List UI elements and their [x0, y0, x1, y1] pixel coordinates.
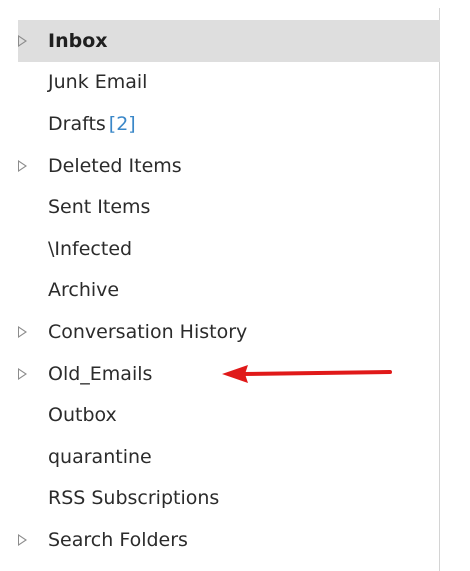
folder-item-sent-items[interactable]: Sent Items [18, 186, 440, 228]
folder-item-archive[interactable]: Archive [18, 270, 440, 312]
expander-triangle-icon[interactable] [18, 367, 27, 380]
folder-item-rss-subscriptions[interactable]: RSS Subscriptions [18, 478, 440, 520]
folder-label: Old_Emails [48, 362, 153, 385]
folder-item-infected[interactable]: \Infected [18, 228, 440, 270]
folder-item-quarantine[interactable]: quarantine [18, 436, 440, 478]
expander-triangle-icon[interactable] [18, 159, 27, 172]
folder-label: Search Folders [48, 528, 188, 551]
folder-item-drafts[interactable]: Drafts [2] [18, 103, 440, 145]
folder-item-search-folders[interactable]: Search Folders [18, 519, 440, 561]
expander-triangle-icon[interactable] [18, 34, 27, 47]
folder-label-wrap: Drafts [2] [48, 113, 136, 135]
folder-label: Junk Email [48, 71, 148, 94]
expander-triangle-icon[interactable] [18, 533, 27, 546]
folder-label: Drafts [48, 112, 106, 135]
folder-list: Inbox Junk Email Drafts [2] Deleted Items… [18, 20, 440, 561]
folder-label: Outbox [48, 404, 117, 427]
folder-item-junk-email[interactable]: Junk Email [18, 62, 440, 104]
expander-triangle-icon[interactable] [18, 325, 27, 338]
folder-item-outbox[interactable]: Outbox [18, 394, 440, 436]
unread-count-badge: [2] [108, 112, 136, 135]
folder-item-inbox[interactable]: Inbox [18, 20, 440, 62]
red-arrow-icon [222, 365, 392, 383]
folder-label: Inbox [48, 29, 108, 52]
folder-pane: Inbox Junk Email Drafts [2] Deleted Items… [0, 0, 470, 571]
folder-label: quarantine [48, 445, 152, 468]
folder-item-deleted-items[interactable]: Deleted Items [18, 145, 440, 187]
folder-label: Conversation History [48, 320, 248, 343]
folder-label: Deleted Items [48, 154, 182, 177]
folder-label: Archive [48, 279, 120, 302]
folder-label: \Infected [48, 237, 133, 260]
folder-item-conversation-history[interactable]: Conversation History [18, 311, 440, 353]
folder-label: RSS Subscriptions [48, 487, 220, 510]
folder-label: Sent Items [48, 196, 151, 219]
